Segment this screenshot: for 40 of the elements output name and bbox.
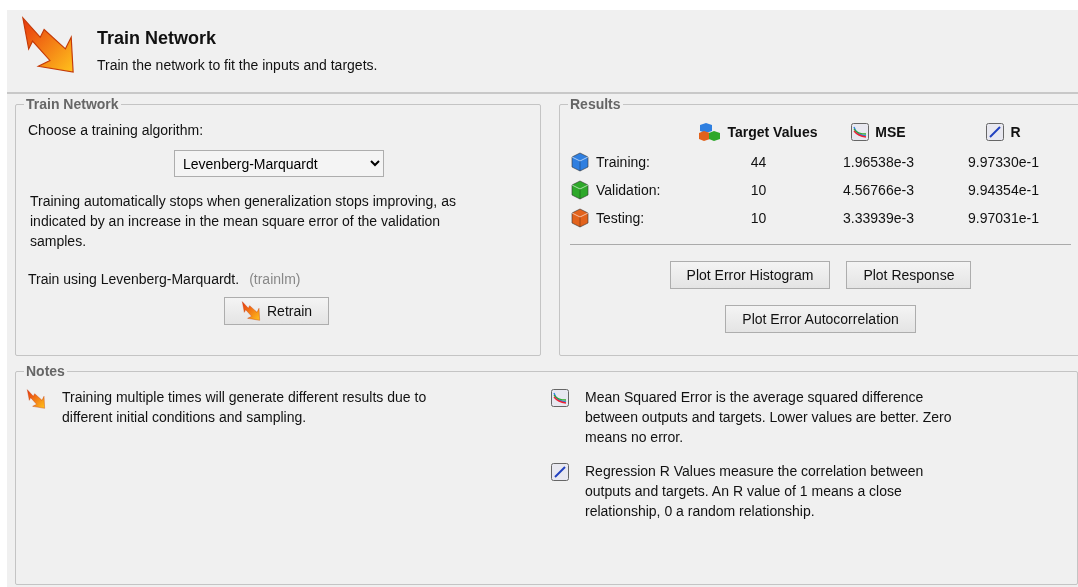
train-using-label: Train using Levenberg-Marquardt. [28, 271, 240, 287]
page-subtitle: Train the network to fit the inputs and targets. [97, 57, 378, 73]
note-text: Mean Squared Error is the average squared difference between outputs and targets. Lower values are better. Zero means no error. [585, 388, 953, 447]
regression-icon [551, 463, 569, 481]
group-title: Results [569, 96, 622, 112]
table-cell-text: 1.96538e-3 [842, 154, 915, 170]
algorithm-dropdown[interactable]: Levenberg-Marquardt [174, 150, 384, 177]
column-header: MSE [875, 124, 906, 140]
column-header: R [1010, 124, 1021, 140]
table-cell-text: 4.56766e-3 [842, 182, 915, 198]
plot-button[interactable]: Plot Response [846, 261, 972, 289]
row-label: Testing: [596, 210, 646, 226]
chart-icon [851, 123, 870, 141]
table-cell-text: 3.33939e-3 [842, 210, 915, 226]
group-title: Train Network [25, 96, 120, 112]
row-label: Training: [596, 154, 651, 170]
table-cell-text: 10 [749, 182, 768, 198]
arrow-icon [26, 389, 46, 409]
prompt-label: Choose a training algorithm: [28, 122, 204, 138]
regression-icon [986, 123, 1005, 141]
arrow-icon [241, 301, 261, 321]
table-cell-text: 44 [749, 154, 768, 170]
row-label: Validation: [596, 182, 662, 198]
chart-icon [551, 389, 569, 407]
table-cell-text: 10 [749, 210, 768, 226]
retrain-button[interactable]: Retrain [224, 297, 330, 325]
note-text: Regression R Values measure the correlation between outputs and targets. An R value of 1 means a close relationship, 0 a random relationship. [585, 462, 925, 521]
cubes-icon [699, 122, 722, 142]
function-name-label: (trainlm) [249, 271, 301, 287]
arrow-icon [19, 16, 77, 74]
table-cell-text: 9.97330e-1 [967, 154, 1040, 170]
description-text: Training automatically stops when generalization stops improving, as indicated by an increase in the mean square error of the validation samples. [30, 192, 457, 251]
page-title: Train Network [97, 28, 218, 49]
table-cell-text: 9.94354e-1 [967, 182, 1040, 198]
table-cell-text: 9.97031e-1 [967, 210, 1040, 226]
note-text: Training multiple times will generate different results due to different initial conditions and sampling. [62, 388, 428, 427]
plot-button[interactable]: Plot Error Autocorrelation [725, 305, 916, 333]
group-title: Notes [25, 363, 66, 379]
column-header: Target Values [727, 124, 818, 140]
plot-button[interactable]: Plot Error Histogram [669, 261, 831, 289]
